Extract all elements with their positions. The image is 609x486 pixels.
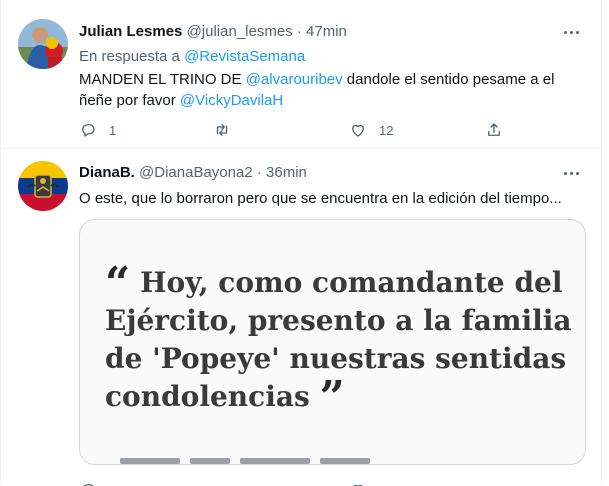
avatar[interactable]: [18, 161, 68, 211]
tweet-header: DianaB. @DianaBayona2 · 36min: [79, 163, 307, 183]
timestamp[interactable]: 47min: [306, 23, 347, 40]
text-part: MANDEN EL TRINO DE: [79, 71, 246, 88]
retweet-icon: [213, 121, 231, 139]
tweet-image[interactable]: “ Hoy, como comandante del Ejército, pre…: [79, 219, 586, 465]
like-button[interactable]: 12: [349, 120, 393, 140]
username[interactable]: @DianaBayona2: [139, 164, 253, 181]
like-button[interactable]: 14: [349, 480, 393, 486]
username[interactable]: @julian_lesmes: [187, 23, 293, 40]
tweet-text: O este, que lo borraron pero que se encu…: [79, 188, 579, 209]
reply-button[interactable]: 1: [79, 120, 116, 140]
mention-link[interactable]: @alvarouribev: [246, 71, 343, 88]
separator: ·: [257, 164, 262, 181]
share-button[interactable]: [485, 120, 503, 140]
like-icon: [349, 481, 367, 486]
retweet-button[interactable]: [213, 120, 243, 140]
reply-icon: [79, 121, 97, 139]
image-quote-text: “ Hoy, como comandante del Ejército, pre…: [105, 264, 575, 416]
separator: ·: [297, 23, 302, 40]
tweet-actions: 1 14: [79, 474, 519, 486]
share-icon: [485, 121, 503, 139]
like-count: 14: [379, 483, 393, 486]
tweet-julian-lesmes[interactable]: Julian Lesmes @julian_lesmes · 47min En …: [1, 0, 601, 149]
reply-prefix: En respuesta a: [79, 48, 184, 65]
display-name[interactable]: DianaB.: [79, 164, 135, 181]
timeline-right-border: [601, 0, 602, 485]
like-count: 12: [379, 123, 393, 138]
reply-count: 1: [109, 483, 116, 486]
more-icon[interactable]: [559, 22, 583, 42]
tweet-actions: 1 12: [79, 120, 519, 140]
reply-button[interactable]: 1: [79, 480, 116, 486]
mention-link[interactable]: @VickyDavilaH: [180, 92, 283, 109]
timestamp[interactable]: 36min: [266, 164, 307, 181]
reply-to-link[interactable]: @RevistaSemana: [184, 48, 305, 65]
tweet-text: MANDEN EL TRINO DE @alvarouribev dandole…: [79, 69, 579, 111]
avatar[interactable]: [18, 19, 68, 69]
reply-icon: [79, 481, 97, 486]
cropped-text-decoration: [120, 450, 420, 464]
tweet-dianab[interactable]: DianaB. @DianaBayona2 · 36min O este, qu…: [1, 149, 601, 485]
reply-context: En respuesta a @RevistaSemana: [79, 47, 305, 67]
reply-count: 1: [109, 123, 116, 138]
more-icon[interactable]: [559, 163, 583, 183]
like-icon: [349, 121, 367, 139]
tweet-header: Julian Lesmes @julian_lesmes · 47min: [79, 22, 347, 42]
display-name[interactable]: Julian Lesmes: [79, 23, 182, 40]
open-quote-mark: “: [105, 258, 130, 309]
close-quote-mark: ”: [320, 372, 345, 423]
